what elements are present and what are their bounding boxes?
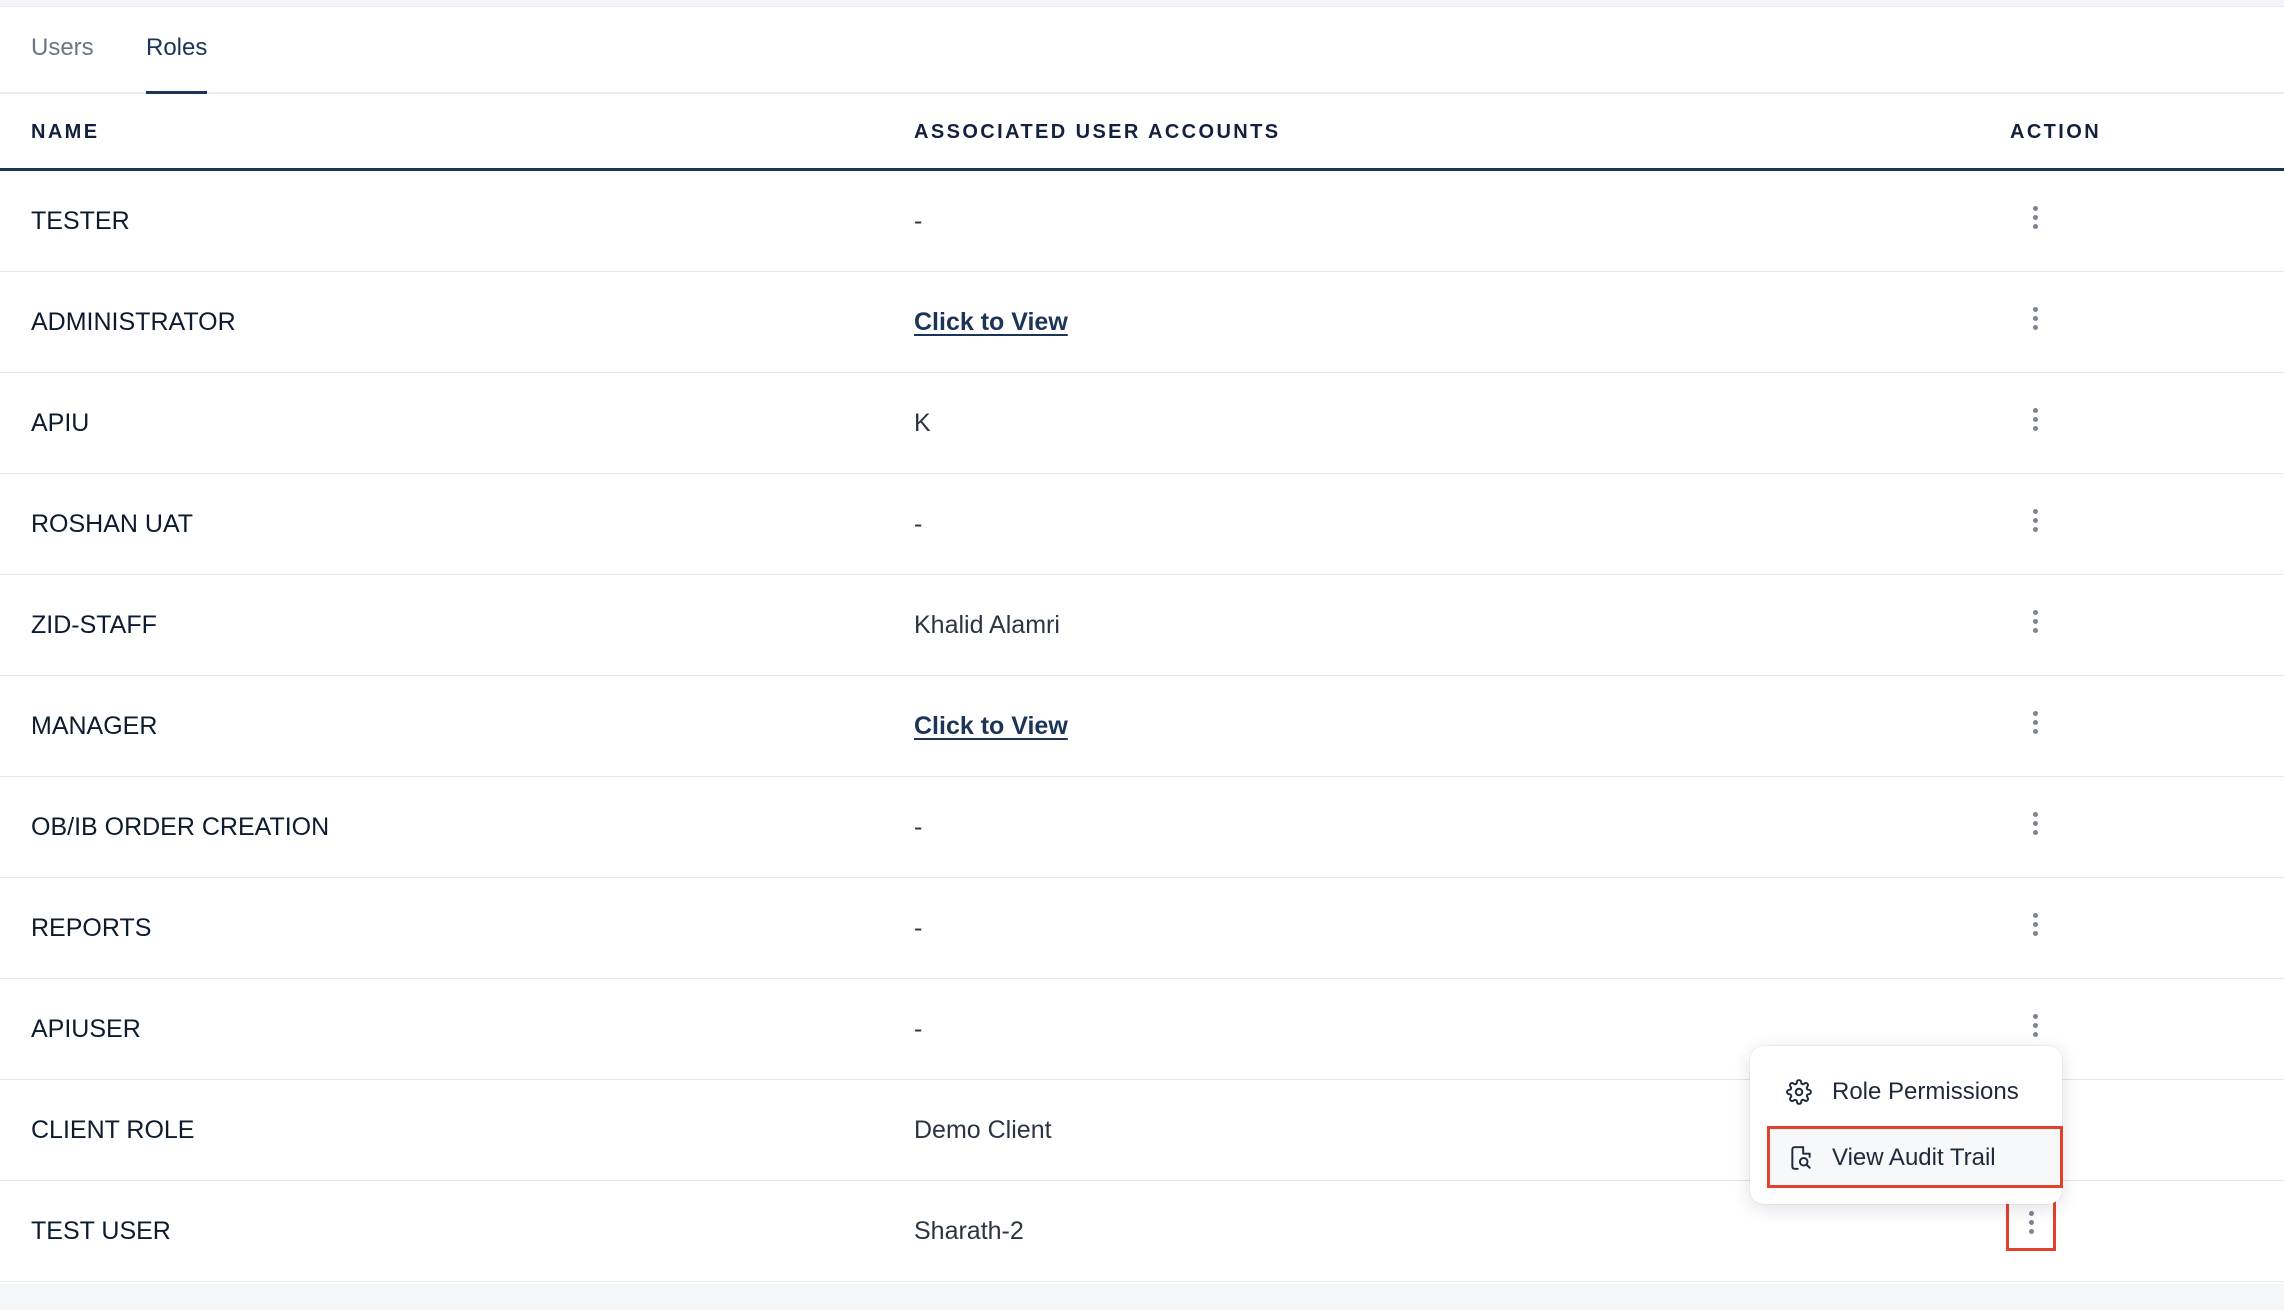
kebab-dot — [2033, 812, 2038, 817]
row-actions-button[interactable] — [2026, 1009, 2046, 1043]
kebab-dot — [2033, 215, 2038, 220]
row-actions-button[interactable] — [2026, 605, 2046, 639]
menu-item-label: View Audit Trail — [1832, 1144, 1996, 1171]
kebab-dot — [2033, 711, 2038, 716]
kebab-dot — [2033, 325, 2038, 330]
role-name: ADMINISTRATOR — [31, 308, 236, 336]
associated-accounts: Khalid Alamri — [914, 611, 1060, 639]
kebab-dot — [2033, 316, 2038, 321]
kebab-dot — [2033, 619, 2038, 624]
row-actions-button[interactable] — [2026, 504, 2046, 538]
kebab-dot — [2033, 610, 2038, 615]
kebab-dot — [2033, 931, 2038, 936]
document-search-icon — [1791, 1146, 1811, 1170]
role-name: ROSHAN UAT — [31, 510, 194, 538]
associated-accounts: - — [914, 1015, 923, 1043]
role-name: TEST USER — [31, 1217, 171, 1245]
kebab-dot — [2033, 1032, 2038, 1037]
associated-accounts: Demo Client — [914, 1116, 1052, 1144]
column-header-action: ACTION — [2010, 121, 2102, 143]
kebab-dot — [2033, 1014, 2038, 1019]
kebab-dot — [2029, 1220, 2034, 1225]
table-row: ADMINISTRATOR Click to View — [0, 272, 2284, 373]
kebab-dot — [2033, 628, 2038, 633]
gear-icon — [1786, 1079, 1812, 1105]
role-name: REPORTS — [31, 914, 152, 942]
tab-bar: Users Roles — [0, 6, 2284, 94]
kebab-dot — [2033, 307, 2038, 312]
associated-accounts: Sharath-2 — [914, 1217, 1024, 1245]
column-header-associated-user-accounts: ASSOCIATED USER ACCOUNTS — [914, 121, 1281, 143]
table-row: ZID-STAFF Khalid Alamri — [0, 575, 2284, 676]
row-actions-button[interactable] — [2026, 908, 2046, 942]
table-row: REPORTS - — [0, 878, 2284, 979]
kebab-dot — [2033, 729, 2038, 734]
menu-item-view-audit-trail[interactable]: View Audit Trail — [1767, 1126, 2063, 1188]
row-actions-button[interactable] — [2026, 302, 2046, 336]
row-actions-button[interactable] — [2026, 201, 2046, 235]
row-actions-button[interactable] — [2026, 807, 2046, 841]
roles-page: Users Roles NAME ASSOCIATED USER ACCOUNT… — [0, 0, 2284, 1310]
kebab-dot — [2033, 426, 2038, 431]
kebab-dot — [2033, 417, 2038, 422]
column-header-name: NAME — [31, 121, 100, 143]
kebab-dot — [2029, 1211, 2034, 1216]
table-row: OB/IB ORDER CREATION - — [0, 777, 2284, 878]
table-row: ROSHAN UAT - — [0, 474, 2284, 575]
tab-roles[interactable]: Roles — [146, 6, 208, 94]
associated-accounts: K — [914, 409, 931, 437]
row-actions-button[interactable] — [2026, 706, 2046, 740]
menu-item-label: Role Permissions — [1832, 1078, 2019, 1105]
associated-accounts: - — [914, 510, 923, 538]
kebab-dot — [2033, 821, 2038, 826]
kebab-dot — [2033, 527, 2038, 532]
kebab-dot — [2033, 913, 2038, 918]
role-name: CLIENT ROLE — [31, 1116, 195, 1144]
click-to-view-link[interactable]: Click to View — [914, 272, 1068, 372]
kebab-dot — [2033, 224, 2038, 229]
role-name: MANAGER — [31, 712, 158, 740]
kebab-dot — [2033, 1023, 2038, 1028]
kebab-dot — [2033, 518, 2038, 523]
kebab-dot — [2033, 206, 2038, 211]
table-header: NAME ASSOCIATED USER ACCOUNTS ACTION — [0, 94, 2284, 171]
role-name: TESTER — [31, 207, 130, 235]
menu-item-role-permissions[interactable]: Role Permissions — [1766, 1064, 2046, 1120]
role-name: OB/IB ORDER CREATION — [31, 813, 330, 841]
kebab-dot — [2033, 509, 2038, 514]
tab-users[interactable]: Users — [31, 6, 94, 94]
footer-band — [0, 1284, 2284, 1310]
kebab-dot — [2033, 408, 2038, 413]
row-action-menu: Role Permissions View Audit Trail — [1750, 1046, 2063, 1204]
kebab-dot — [2033, 720, 2038, 725]
associated-accounts: - — [914, 207, 923, 235]
role-name: APIUSER — [31, 1015, 141, 1043]
kebab-dot — [2033, 830, 2038, 835]
table-row: MANAGER Click to View — [0, 676, 2284, 777]
role-name: APIU — [31, 409, 90, 437]
row-actions-button[interactable] — [2026, 403, 2046, 437]
kebab-dot — [2033, 922, 2038, 927]
table-row: APIU K — [0, 373, 2284, 474]
table-row: TESTER - — [0, 171, 2284, 272]
role-name: ZID-STAFF — [31, 611, 157, 639]
click-to-view-link[interactable]: Click to View — [914, 676, 1068, 776]
kebab-dot — [2029, 1229, 2034, 1234]
associated-accounts: - — [914, 914, 923, 942]
associated-accounts: - — [914, 813, 923, 841]
